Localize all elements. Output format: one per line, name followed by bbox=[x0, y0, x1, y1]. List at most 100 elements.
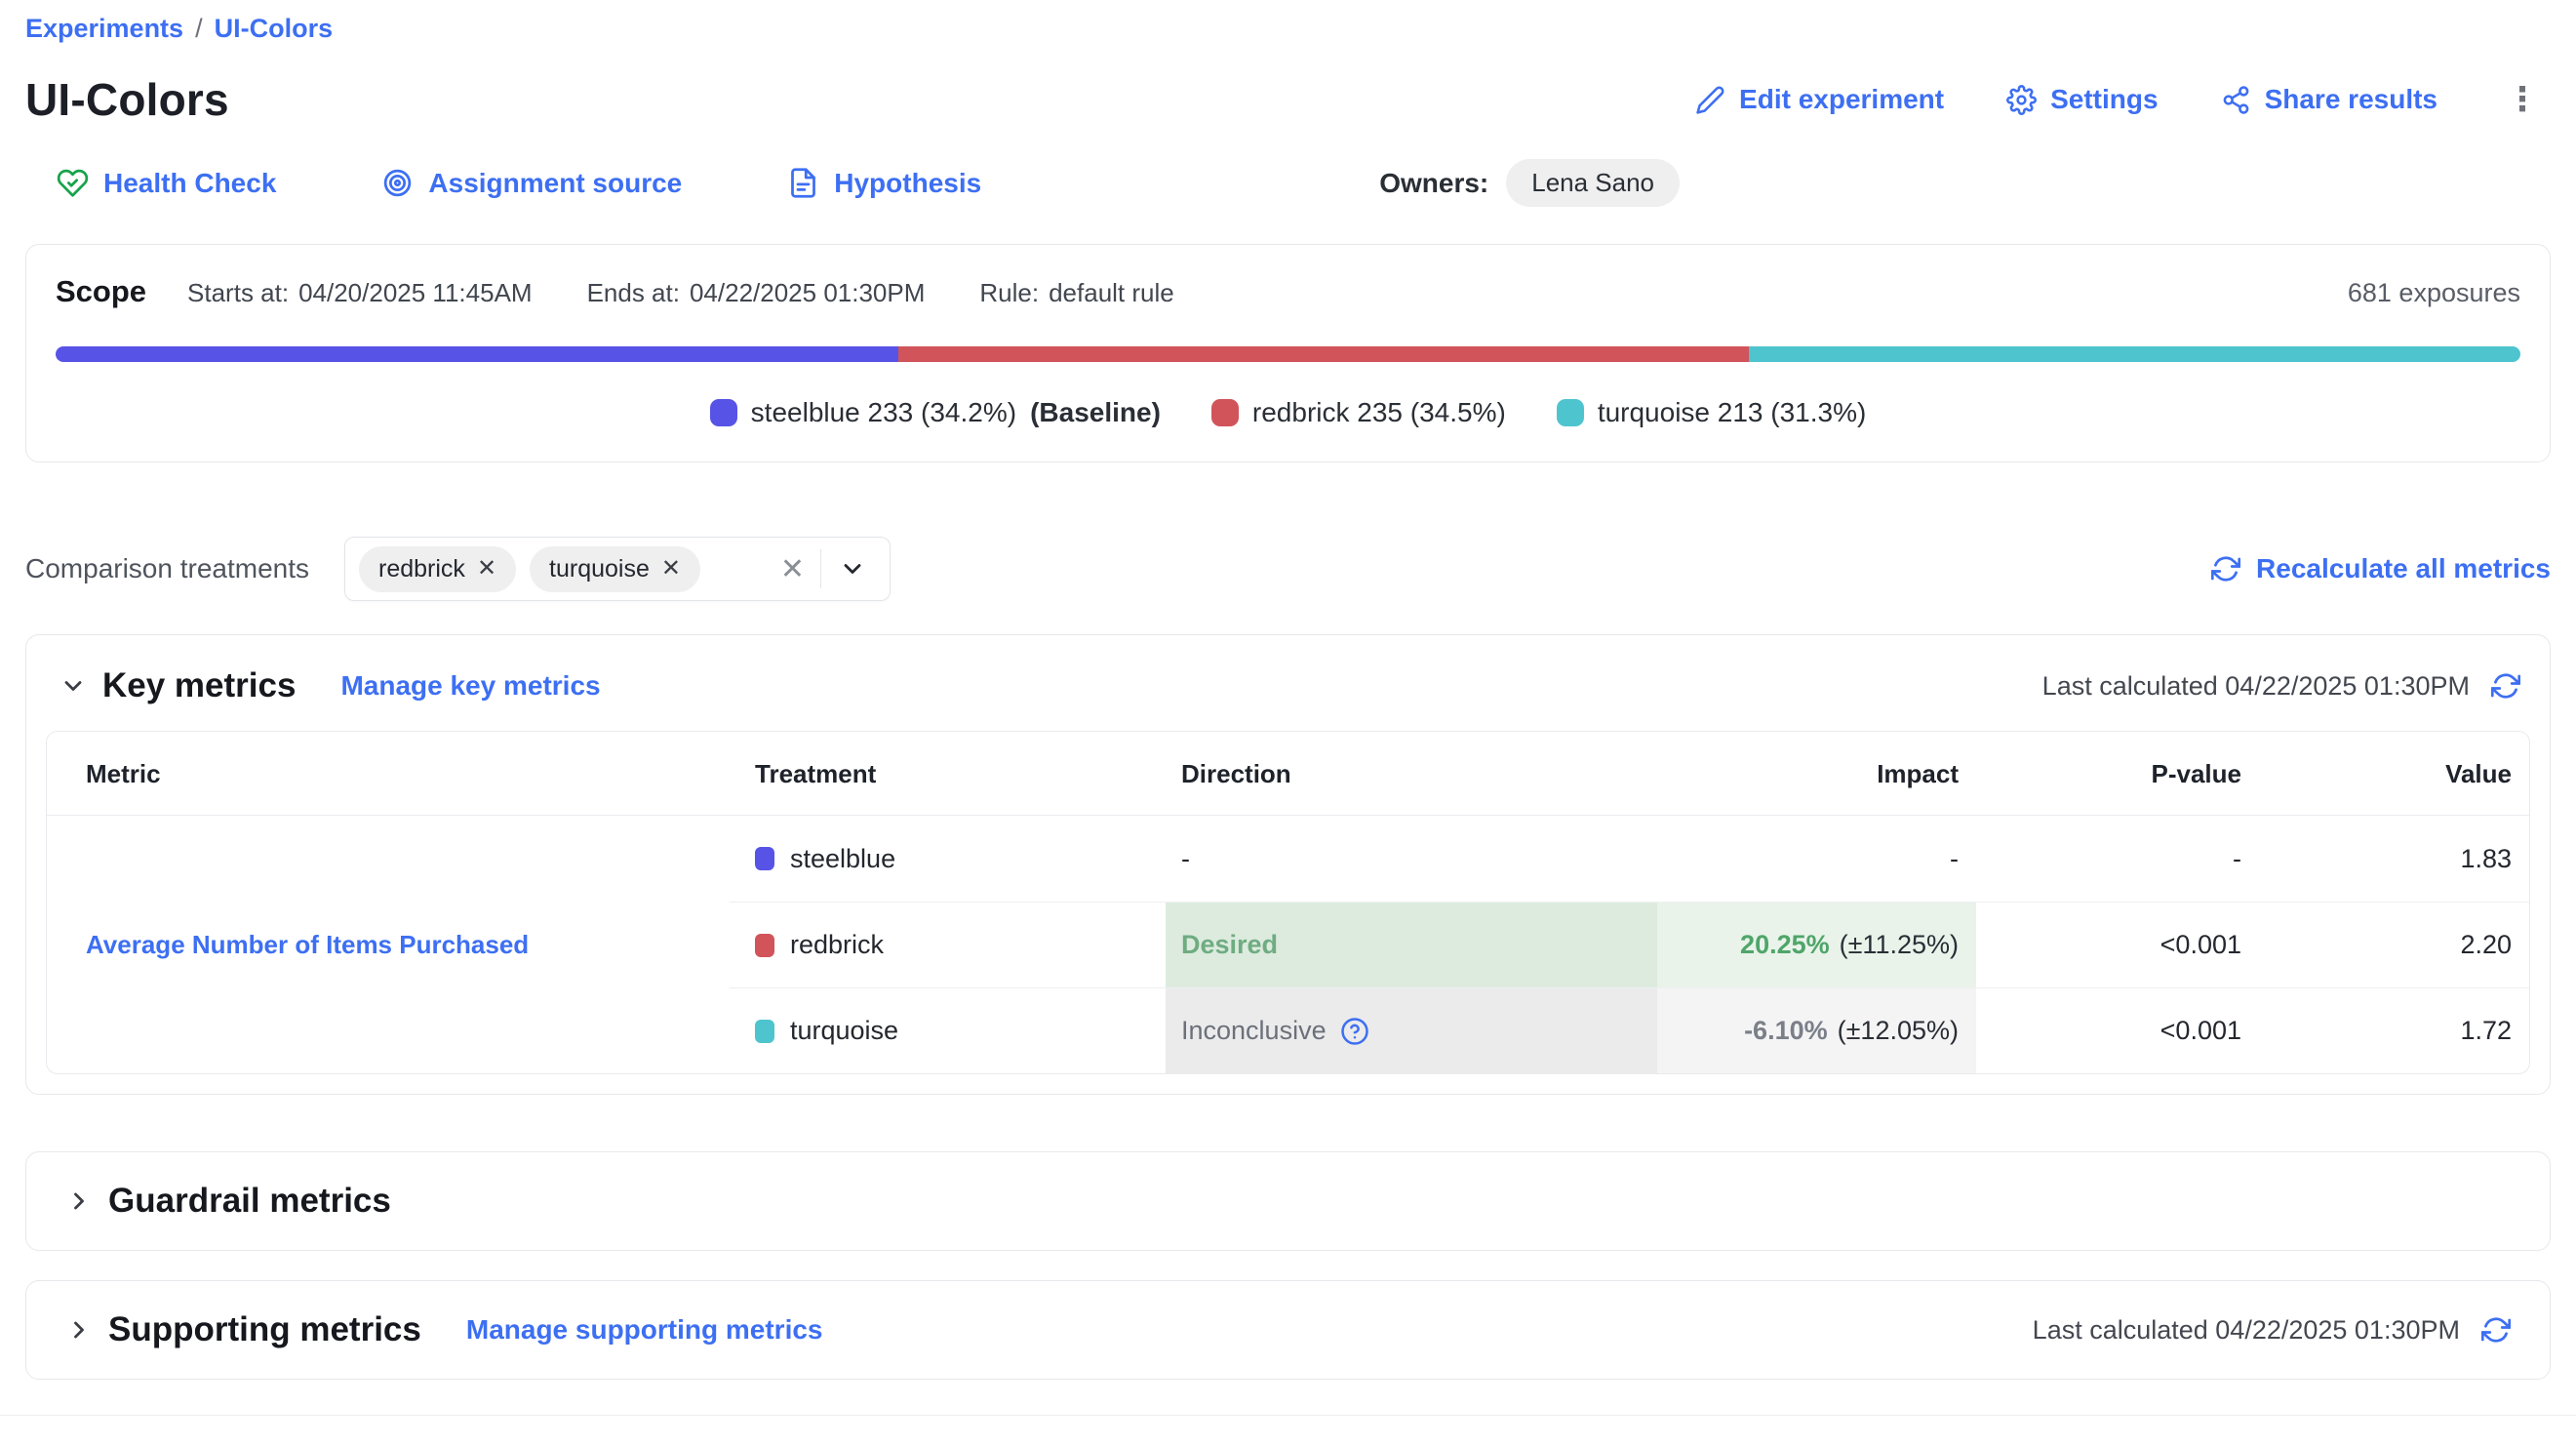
recalculate-label: Recalculate all metrics bbox=[2256, 553, 2551, 584]
guardrail-metrics-card: Guardrail metrics bbox=[25, 1151, 2551, 1251]
refresh-key-metrics-icon[interactable] bbox=[2491, 671, 2520, 701]
p-value-cell: <0.001 bbox=[1976, 987, 2259, 1073]
health-check-link[interactable]: Health Check bbox=[57, 167, 276, 199]
settings-label: Settings bbox=[2050, 84, 2158, 115]
refresh-icon bbox=[2211, 554, 2240, 583]
allocation-segment-turquoise bbox=[1749, 346, 2520, 362]
breadcrumb-current-link[interactable]: UI-Colors bbox=[215, 14, 334, 44]
impact-cell: 20.25% (±11.25%) bbox=[1657, 902, 1976, 987]
redbrick-swatch bbox=[1211, 399, 1239, 426]
scope-rule: Rule:default rule bbox=[979, 278, 1173, 308]
treatment-name: turquoise bbox=[790, 1016, 898, 1046]
chip-turquoise[interactable]: turquoise ✕ bbox=[530, 546, 700, 592]
collapse-chevron-down-icon[interactable] bbox=[59, 672, 87, 700]
gear-icon bbox=[2006, 85, 2037, 115]
scope-card: Scope Starts at:04/20/2025 11:45AM Ends … bbox=[25, 244, 2551, 462]
breadcrumb-experiments-link[interactable]: Experiments bbox=[25, 14, 183, 44]
owner-chip[interactable]: Lena Sano bbox=[1506, 159, 1680, 207]
exposures-count: 681 exposures bbox=[2348, 278, 2520, 308]
target-icon bbox=[381, 167, 414, 199]
direction-cell: Inconclusive bbox=[1166, 987, 1657, 1073]
comparison-row: Comparison treatments redbrick ✕ turquoi… bbox=[25, 537, 2551, 601]
guardrail-metrics-title: Guardrail metrics bbox=[108, 1182, 391, 1221]
value-cell: 2.20 bbox=[2259, 902, 2529, 987]
title-row: UI-Colors Edit experiment Settings Share… bbox=[25, 73, 2551, 126]
health-check-label: Health Check bbox=[103, 168, 276, 199]
header-actions: Edit experiment Settings Share results ⋮ bbox=[1695, 84, 2551, 115]
remove-redbrick-icon[interactable]: ✕ bbox=[477, 557, 496, 581]
settings-button[interactable]: Settings bbox=[2006, 84, 2158, 115]
direction-cell: - bbox=[1166, 816, 1657, 902]
redbrick-swatch bbox=[755, 934, 774, 957]
metric-link[interactable]: Average Number of Items Purchased bbox=[86, 930, 529, 960]
owners-label: Owners: bbox=[1379, 168, 1488, 199]
quick-links-row: Health Check Assignment source Hypothesi… bbox=[25, 159, 2551, 207]
column-header-p-value: P-value bbox=[1976, 732, 2259, 815]
legend-item-redbrick: redbrick 235 (34.5%) bbox=[1211, 397, 1506, 428]
comparison-treatments-label: Comparison treatments bbox=[25, 553, 309, 584]
manage-key-metrics-link[interactable]: Manage key metrics bbox=[340, 670, 600, 702]
scope-starts: Starts at:04/20/2025 11:45AM bbox=[187, 278, 533, 308]
assignment-source-label: Assignment source bbox=[428, 168, 682, 199]
assignment-source-link[interactable]: Assignment source bbox=[381, 167, 682, 199]
p-value-cell: - bbox=[1976, 816, 2259, 902]
refresh-supporting-metrics-icon[interactable] bbox=[2481, 1315, 2511, 1345]
share-results-button[interactable]: Share results bbox=[2221, 84, 2437, 115]
column-header-value: Value bbox=[2259, 732, 2529, 815]
allocation-segment-steelblue bbox=[56, 346, 898, 362]
pencil-icon bbox=[1695, 85, 1725, 115]
remove-turquoise-icon[interactable]: ✕ bbox=[661, 557, 681, 581]
turquoise-swatch bbox=[1557, 399, 1584, 426]
key-metrics-last-calculated: Last calculated 04/22/2025 01:30PM bbox=[2042, 671, 2520, 702]
legend-item-turquoise: turquoise 213 (31.3%) bbox=[1557, 397, 1867, 428]
turquoise-swatch bbox=[755, 1020, 774, 1043]
more-options-button[interactable]: ⋮ bbox=[2500, 91, 2545, 109]
treatment-name: redbrick bbox=[790, 930, 884, 960]
table-row: turquoise Inconclusive -6.10% (±12.05%) bbox=[730, 987, 2529, 1073]
comparison-treatments-select[interactable]: redbrick ✕ turquoise ✕ ✕ bbox=[344, 537, 891, 601]
scope-ends: Ends at:04/22/2025 01:30PM bbox=[587, 278, 926, 308]
value-cell: 1.83 bbox=[2259, 816, 2529, 902]
impact-cell: - bbox=[1657, 816, 1976, 902]
scope-header: Scope Starts at:04/20/2025 11:45AM Ends … bbox=[56, 274, 2520, 309]
document-icon bbox=[787, 167, 819, 199]
supporting-metrics-title: Supporting metrics bbox=[108, 1310, 421, 1349]
edit-experiment-button[interactable]: Edit experiment bbox=[1695, 84, 1944, 115]
scope-title: Scope bbox=[56, 274, 146, 309]
treatment-name: steelblue bbox=[790, 844, 895, 874]
manage-supporting-metrics-link[interactable]: Manage supporting metrics bbox=[466, 1314, 823, 1346]
table-row: redbrick Desired 20.25% (±11.25%) <0.001… bbox=[730, 902, 2529, 987]
breadcrumb-separator: / bbox=[195, 14, 203, 44]
column-header-metric: Metric bbox=[47, 732, 730, 815]
table-header-row: Metric Treatment Direction Impact P-valu… bbox=[47, 732, 2529, 816]
expand-chevron-right-icon[interactable] bbox=[65, 1187, 93, 1215]
baseline-tag: (Baseline) bbox=[1030, 397, 1161, 428]
value-cell: 1.72 bbox=[2259, 987, 2529, 1073]
chevron-down-icon[interactable] bbox=[821, 555, 870, 583]
share-results-label: Share results bbox=[2265, 84, 2437, 115]
owners-group: Owners: Lena Sano bbox=[1379, 159, 1680, 207]
bottom-divider bbox=[0, 1415, 2576, 1416]
experiment-page: Experiments / UI-Colors UI-Colors Edit e… bbox=[0, 0, 2576, 1416]
allocation-segment-redbrick bbox=[898, 346, 1749, 362]
metric-name-cell: Average Number of Items Purchased bbox=[47, 816, 730, 1073]
share-icon bbox=[2221, 85, 2251, 115]
column-header-direction: Direction bbox=[1166, 732, 1657, 815]
supporting-metrics-card: Supporting metrics Manage supporting met… bbox=[25, 1280, 2551, 1380]
legend-item-steelblue: steelblue 233 (34.2%) (Baseline) bbox=[710, 397, 1161, 428]
allocation-legend: steelblue 233 (34.2%) (Baseline) redbric… bbox=[56, 397, 2520, 428]
expand-chevron-right-icon[interactable] bbox=[65, 1316, 93, 1344]
clear-all-icon[interactable]: ✕ bbox=[765, 552, 820, 586]
direction-cell: Desired bbox=[1166, 902, 1657, 987]
allocation-bar bbox=[56, 346, 2520, 362]
key-metrics-header: Key metrics Manage key metrics Last calc… bbox=[46, 659, 2530, 731]
help-circle-icon[interactable] bbox=[1340, 1017, 1369, 1046]
hypothesis-label: Hypothesis bbox=[834, 168, 981, 199]
heart-check-icon bbox=[57, 167, 89, 199]
chip-redbrick[interactable]: redbrick ✕ bbox=[359, 546, 516, 592]
breadcrumb: Experiments / UI-Colors bbox=[25, 14, 2551, 44]
recalculate-all-metrics-button[interactable]: Recalculate all metrics bbox=[2211, 553, 2551, 584]
p-value-cell: <0.001 bbox=[1976, 902, 2259, 987]
hypothesis-link[interactable]: Hypothesis bbox=[787, 167, 981, 199]
column-header-treatment: Treatment bbox=[730, 732, 1166, 815]
